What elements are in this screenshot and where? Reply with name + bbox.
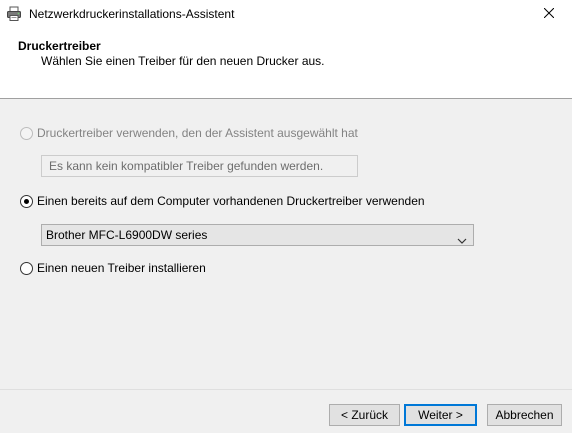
radio-label-wizard-driver: Druckertreiber verwenden, den der Assist… xyxy=(37,126,358,140)
cancel-button[interactable]: Abbrechen xyxy=(487,404,562,426)
title-bar: Netzwerkdruckerinstallations-Assistent xyxy=(0,0,572,28)
wizard-window: Netzwerkdruckerinstallations-Assistent D… xyxy=(0,0,572,433)
driver-dropdown[interactable]: Brother MFC-L6900DW series xyxy=(41,224,474,246)
page-subtitle: Wählen Sie einen Treiber für den neuen D… xyxy=(41,54,325,68)
printer-icon xyxy=(6,6,22,22)
radio-option-existing-driver[interactable]: Einen bereits auf dem Computer vorhanden… xyxy=(20,194,425,208)
close-icon xyxy=(543,7,555,21)
page-title: Druckertreiber xyxy=(18,39,101,53)
radio-label-new-driver: Einen neuen Treiber installieren xyxy=(37,261,206,275)
next-button[interactable]: Weiter > xyxy=(404,404,477,426)
radio-label-existing-driver: Einen bereits auf dem Computer vorhanden… xyxy=(37,194,425,208)
compatible-driver-info-field: Es kann kein kompatibler Treiber gefunde… xyxy=(41,155,358,177)
wizard-content: Druckertreiber verwenden, den der Assist… xyxy=(0,99,572,389)
back-button[interactable]: < Zurück xyxy=(329,404,400,426)
wizard-footer: < Zurück Weiter > Abbrechen xyxy=(0,390,572,433)
chevron-down-icon xyxy=(457,231,467,244)
radio-option-new-driver[interactable]: Einen neuen Treiber installieren xyxy=(20,261,206,275)
driver-dropdown-value: Brother MFC-L6900DW series xyxy=(46,228,208,242)
wizard-header: Druckertreiber Wählen Sie einen Treiber … xyxy=(0,28,572,98)
close-button[interactable] xyxy=(526,0,572,28)
radio-option-wizard-driver[interactable]: Druckertreiber verwenden, den der Assist… xyxy=(20,126,358,140)
radio-button-new-driver[interactable] xyxy=(20,261,33,275)
radio-button-wizard-driver[interactable] xyxy=(20,126,33,140)
radio-button-existing-driver[interactable] xyxy=(20,194,33,208)
window-title: Netzwerkdruckerinstallations-Assistent xyxy=(29,7,235,21)
